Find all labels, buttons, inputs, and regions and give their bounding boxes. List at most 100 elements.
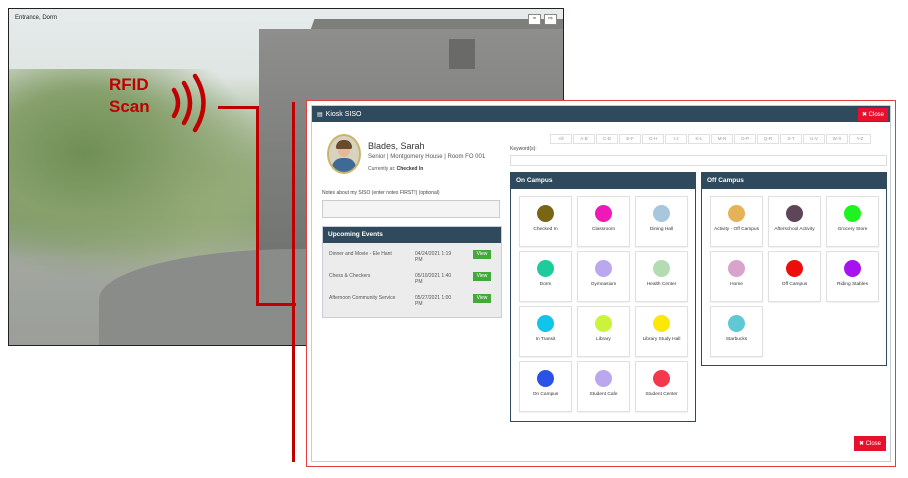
modal-title: ▤ Kiosk SISO: [312, 111, 361, 118]
location-label: Off Campus: [781, 282, 808, 287]
alphabet-filter-item[interactable]: C-D: [596, 134, 618, 144]
alphabet-filter-item[interactable]: M-N: [711, 134, 733, 144]
location-tile[interactable]: Health Center: [635, 251, 688, 302]
event-name: Dinner and Movie - Ele Hant: [329, 251, 392, 257]
person-status: Currently at: Checked In: [368, 166, 423, 172]
location-tile[interactable]: Checked In: [519, 196, 572, 247]
location-tile[interactable]: Starbucks: [710, 306, 763, 357]
location-tile[interactable]: Library: [577, 306, 630, 357]
location-label: Library Study Hall: [642, 337, 681, 342]
off-campus-title: Off Campus: [702, 173, 886, 189]
location-tile[interactable]: Student Center: [635, 361, 688, 412]
location-tile[interactable]: Student Cafe: [577, 361, 630, 412]
close-button-bottom[interactable]: ✖ Close: [853, 436, 886, 451]
location-tile[interactable]: Library Study Hall: [635, 306, 688, 357]
location-label: Student Center: [645, 392, 678, 397]
location-color-dot: [786, 205, 803, 222]
chimney-image: [449, 39, 475, 69]
alphabet-filter-item[interactable]: I-J: [665, 134, 687, 144]
event-date: 05/27/2021 1:00 PM: [415, 295, 452, 307]
location-label: In Transit: [535, 337, 556, 342]
alphabet-filter-item[interactable]: All: [550, 134, 572, 144]
avatar: [327, 134, 361, 174]
view-event-button[interactable]: View: [473, 272, 491, 281]
rfid-label-line1: RFID: [109, 75, 149, 94]
alphabet-filter-item[interactable]: Y-Z: [849, 134, 871, 144]
keywords-label: Keyword(s):: [510, 146, 537, 152]
location-label: On Campus: [532, 392, 559, 397]
location-label: Library: [596, 337, 611, 342]
location-label: Checked In: [533, 227, 558, 232]
location-tile[interactable]: In Transit: [519, 306, 572, 357]
exit-icon[interactable]: ⇨: [544, 14, 557, 25]
rfid-connector-line: [292, 102, 295, 462]
person-name: Blades, Sarah: [368, 141, 425, 151]
location-color-dot: [728, 315, 745, 332]
location-color-dot: [844, 260, 861, 277]
alphabet-filter-item[interactable]: U-V: [803, 134, 825, 144]
keywords-input[interactable]: [510, 155, 887, 166]
location-color-dot: [653, 370, 670, 387]
location-tile[interactable]: Riding Stables: [826, 251, 879, 302]
location-label: Grocery Store: [837, 227, 868, 232]
location-tile[interactable]: Grocery Store: [826, 196, 879, 247]
upcoming-events-title: Upcoming Events: [323, 227, 501, 243]
rfid-connector-line: [256, 106, 259, 306]
location-tile[interactable]: Classroom: [577, 196, 630, 247]
location-color-dot: [537, 370, 554, 387]
rfid-label-line2: Scan: [109, 97, 150, 116]
avatar-hair: [336, 140, 352, 149]
modal-header: ▤ Kiosk SISO ✖ Close: [312, 106, 890, 122]
location-tile[interactable]: Dining Hall: [635, 196, 688, 247]
location-color-dot: [595, 370, 612, 387]
location-label: Classroom: [592, 227, 615, 232]
close-button-top[interactable]: ✖ Close: [857, 107, 888, 121]
location-tile[interactable]: On Campus: [519, 361, 572, 412]
alphabet-filter-item[interactable]: Q-R: [757, 134, 779, 144]
location-tile[interactable]: Afterschool Activity: [768, 196, 821, 247]
alphabet-filter-item[interactable]: A-B: [573, 134, 595, 144]
notes-textarea[interactable]: [322, 200, 500, 218]
alphabet-filter-item[interactable]: E-F: [619, 134, 641, 144]
alphabet-filter-item[interactable]: K-L: [688, 134, 710, 144]
location-label: Riding Stables: [837, 282, 868, 287]
status-prefix: Currently at:: [368, 166, 396, 172]
status-value: Checked In: [396, 166, 424, 172]
close-label: Close: [868, 111, 884, 118]
location-color-dot: [653, 260, 670, 277]
notes-label: Notes about my SISO (enter notes FIRST!)…: [322, 190, 440, 196]
event-date: 05/10/2021 1:40 PM: [415, 273, 452, 285]
location-color-dot: [595, 315, 612, 332]
alphabet-filter-item[interactable]: O-P: [734, 134, 756, 144]
location-tile[interactable]: Activity - Off Campus: [710, 196, 763, 247]
close-label: Close: [865, 441, 881, 447]
location-tile[interactable]: Dorm: [519, 251, 572, 302]
location-label: Activity - Off Campus: [714, 227, 759, 232]
alphabet-filter: All A-B C-D E-F G-H I-J K-L M-N O-P Q-R S-T U-V W-X Y…: [550, 134, 872, 144]
wifi-icon[interactable]: ≈: [528, 14, 541, 25]
location-tile[interactable]: Home: [710, 251, 763, 302]
location-color-dot: [537, 315, 554, 332]
location-tile[interactable]: Gymnasium: [577, 251, 630, 302]
on-campus-panel: On Campus Checked In Classroom Dining Hall…: [510, 172, 696, 422]
off-campus-panel: Off Campus Activity - Off Campus Aftersch…: [701, 172, 887, 366]
location-label: Home: [730, 282, 743, 287]
close-icon: ✖: [858, 441, 864, 447]
kiosk-siso-modal: ▤ Kiosk SISO ✖ Close Blades, Sarah Senio…: [311, 105, 891, 462]
location-color-dot: [537, 205, 554, 222]
alphabet-filter-item[interactable]: W-X: [826, 134, 848, 144]
alphabet-filter-item[interactable]: S-T: [780, 134, 802, 144]
location-label: Starbucks: [725, 337, 748, 342]
view-event-button[interactable]: View: [473, 250, 491, 259]
location-label: Afterschool Activity: [774, 227, 815, 232]
alphabet-filter-item[interactable]: G-H: [642, 134, 664, 144]
rfid-waves-icon: [171, 73, 206, 133]
modal-title-text: Kiosk SISO: [325, 110, 362, 118]
location-tile[interactable]: Off Campus: [768, 251, 821, 302]
location-label: Student Cafe: [589, 392, 618, 397]
view-event-button[interactable]: View: [473, 294, 491, 303]
location-color-dot: [786, 260, 803, 277]
location-color-dot: [728, 205, 745, 222]
location-label: Gymnasium: [590, 282, 617, 287]
location-color-dot: [595, 260, 612, 277]
